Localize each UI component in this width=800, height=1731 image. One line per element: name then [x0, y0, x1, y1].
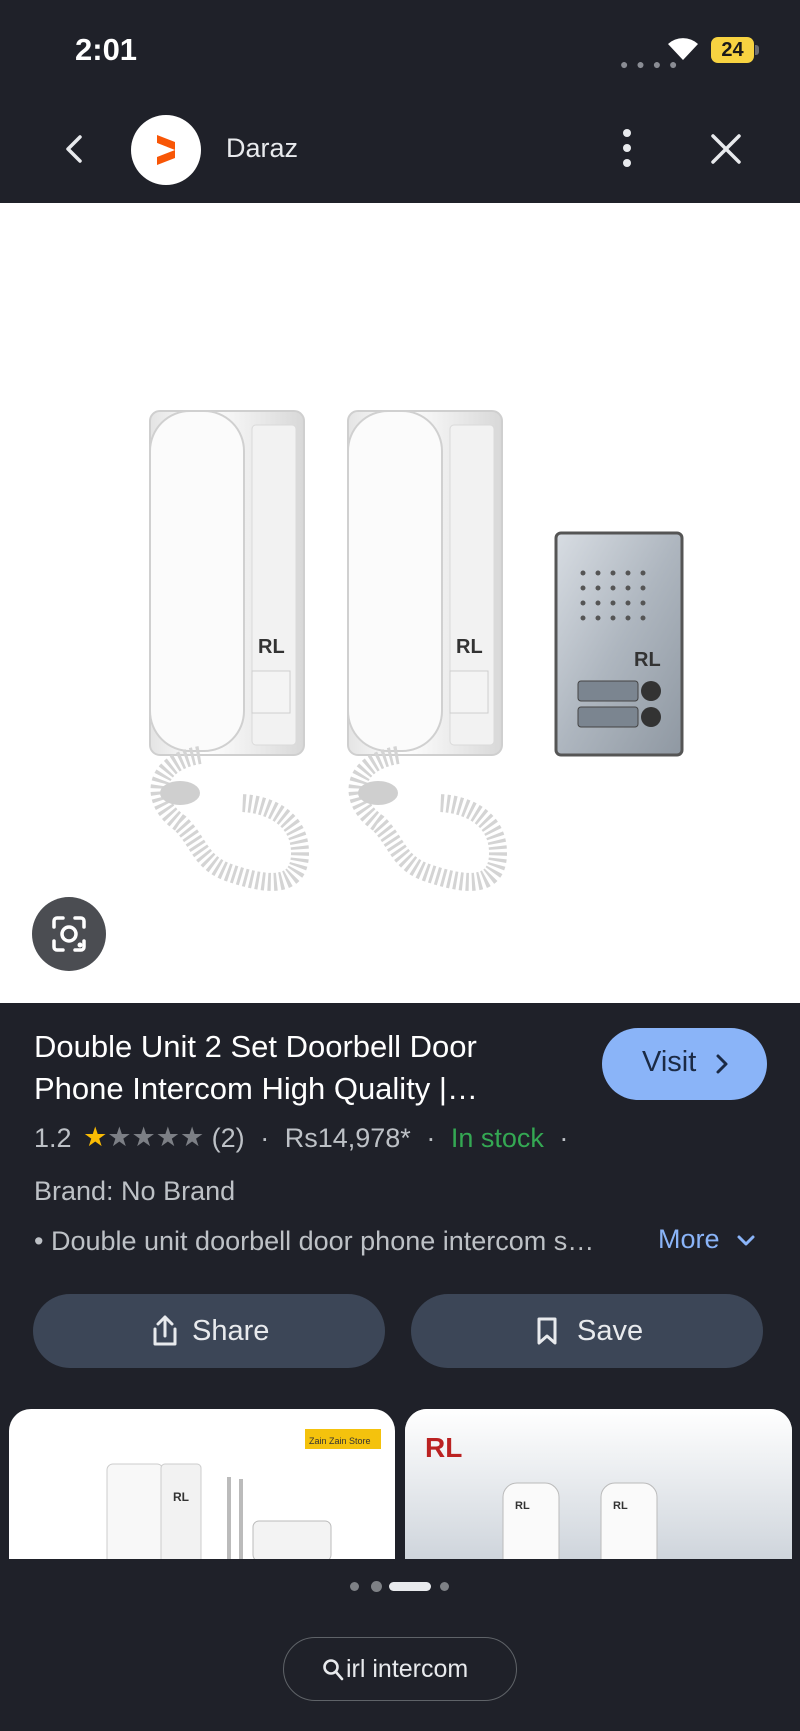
svg-text:RL: RL [173, 1490, 189, 1504]
svg-text:RL: RL [634, 649, 661, 671]
svg-text:RL: RL [613, 1500, 628, 1512]
door-panel: RL [554, 531, 684, 757]
pager-dot-active[interactable] [389, 1582, 431, 1591]
site-name: Daraz [226, 133, 299, 163]
star-icon: ★ [107, 1122, 132, 1153]
handset-1: RL [149, 410, 310, 891]
share-icon [153, 1315, 177, 1346]
rating-row: 1.2 ★★★★★ (2) · Rs14,978* · In stock · [34, 1122, 568, 1155]
battery-level: 24 [721, 39, 744, 61]
wifi-icon [668, 38, 698, 60]
related-image-2[interactable]: RL RL RL [405, 1409, 792, 1559]
price: Rs14,978* [284, 1123, 411, 1154]
search-icon [323, 1659, 344, 1681]
more-link[interactable]: More [658, 1224, 720, 1255]
brand-info: Brand: No Brand [34, 1176, 236, 1206]
pager-dot[interactable] [371, 1581, 382, 1592]
lens-icon [52, 916, 86, 952]
query-text: irl intercom [346, 1655, 469, 1683]
product-image[interactable]: RL RL RL [0, 203, 800, 1003]
separator: · [426, 1123, 436, 1154]
save-button[interactable]: Save [411, 1294, 763, 1368]
rating-stars: ★★★★★ [83, 1121, 204, 1153]
separator: · [559, 1123, 569, 1154]
daraz-logo-icon [157, 135, 175, 165]
chevron-down-icon[interactable] [736, 1233, 756, 1249]
search-query-chip[interactable]: irl intercom [283, 1637, 517, 1701]
intercom-illustration: RL RL RL [149, 410, 684, 891]
back-arrow-icon[interactable] [60, 131, 88, 167]
stock-status: In stock [450, 1123, 544, 1154]
status-bar: 2:01 ● ● ● ● 24 [0, 0, 800, 95]
product-description: • Double unit doorbell door phone interc… [34, 1226, 595, 1256]
rating-value: 1.2 [34, 1123, 72, 1154]
product-title[interactable]: Double Unit 2 Set Doorbell Door Phone In… [34, 1026, 554, 1110]
review-count[interactable]: (2) [212, 1123, 245, 1154]
bookmark-icon [537, 1317, 557, 1345]
pager-dot[interactable] [350, 1582, 359, 1591]
site-logo [131, 115, 201, 185]
close-icon[interactable] [709, 132, 743, 166]
visit-label: Visit [642, 1046, 697, 1078]
status-time: 2:01 [75, 32, 138, 67]
star-icon: ★ [179, 1122, 205, 1153]
pager-dot[interactable] [440, 1582, 449, 1591]
svg-text:RL: RL [425, 1432, 462, 1463]
visit-button[interactable]: Visit [602, 1028, 767, 1100]
star-icon: ★ [155, 1122, 180, 1153]
separator: · [260, 1123, 270, 1154]
svg-text:RL: RL [515, 1500, 530, 1512]
chevron-right-icon [716, 1054, 728, 1074]
save-label: Save [577, 1315, 644, 1347]
store-badge: Zain Zain Store [309, 1436, 371, 1446]
svg-text:RL: RL [258, 636, 285, 658]
image-pager [0, 1580, 800, 1592]
handset-2: RL [347, 410, 508, 891]
more-options-icon[interactable] [614, 127, 640, 169]
share-button[interactable]: Share [33, 1294, 385, 1368]
battery-icon: 24 [711, 37, 759, 63]
svg-text:RL: RL [456, 636, 483, 658]
browser-header: Daraz [0, 95, 800, 203]
star-icon: ★ [131, 1122, 156, 1153]
lens-search-button[interactable] [32, 897, 106, 971]
star-icon: ★ [83, 1122, 108, 1153]
related-image-1[interactable]: Zain Zain Store RL [9, 1409, 395, 1559]
share-label: Share [192, 1315, 270, 1347]
